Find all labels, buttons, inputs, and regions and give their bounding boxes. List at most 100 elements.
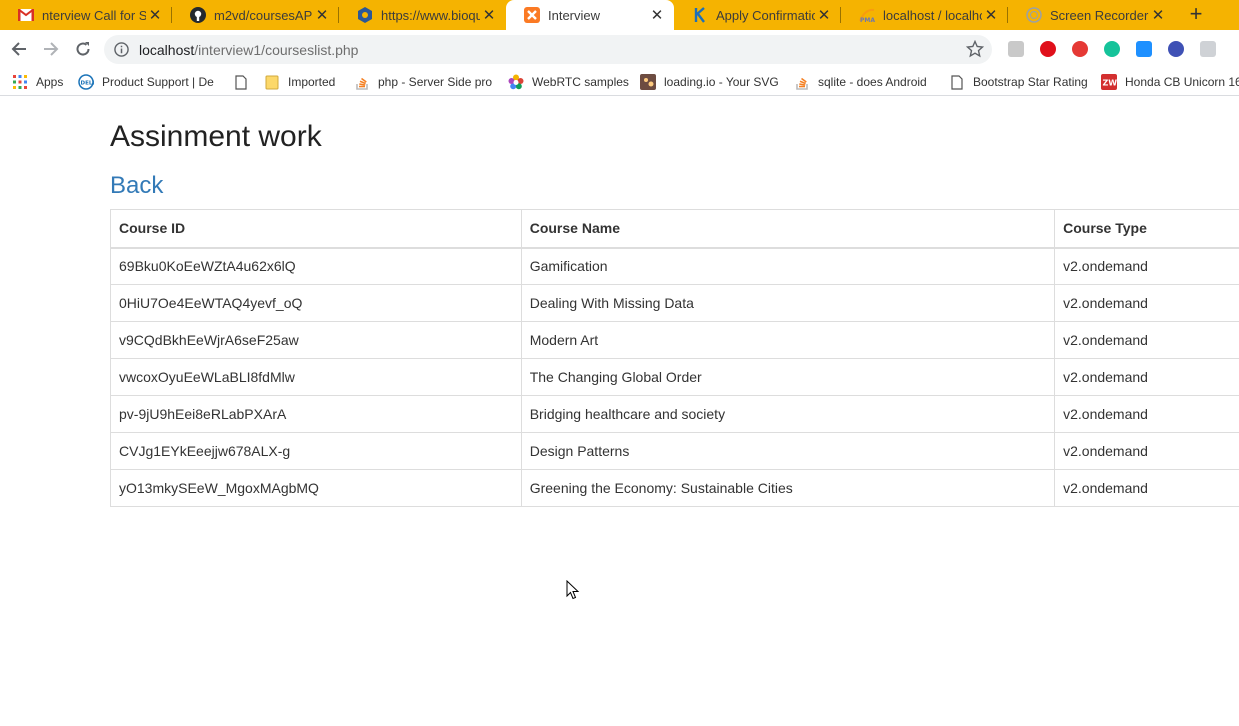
close-tab-icon[interactable]: ✕ [1149, 6, 1167, 24]
close-tab-icon[interactable]: ✕ [648, 6, 666, 24]
close-tab-icon[interactable]: ✕ [146, 6, 164, 24]
apps-grid-icon [12, 74, 28, 90]
adblock-extension-icon[interactable] [1040, 41, 1056, 57]
browser-toolbar: localhost/interview1/courseslist.php [0, 30, 1239, 69]
k-logo-icon [692, 7, 708, 23]
tab-title: Interview [548, 7, 601, 23]
tab-bioquest[interactable]: https://www.bioqu ✕ [339, 0, 506, 30]
tab-title: https://www.bioqu [381, 7, 480, 23]
table-row: 0HiU7Oe4EeWTAQ4yevf_oQ Dealing With Miss… [110, 284, 1239, 322]
bookmark-page[interactable] [233, 73, 257, 91]
bookmark-imported[interactable]: Imported [264, 73, 335, 91]
tab-screen-recorder[interactable]: Screen Recorder | S ✕ [1008, 0, 1175, 30]
table-header-row: Course ID Course Name Course Type [110, 209, 1239, 249]
bookmark-label: Honda CB Unicorn 16 [1125, 75, 1239, 89]
bookmark-label: WebRTC samples [532, 75, 629, 89]
course-id-cell: yO13mkySEeW_MgoxMAgbMQ [110, 469, 522, 507]
course-type-cell: v2.ondemand [1054, 321, 1239, 359]
tab-title: Apply Confirmation [716, 7, 815, 23]
tab-gmail[interactable]: nterview Call for Sr ✕ [0, 0, 172, 30]
course-id-cell: 0HiU7Oe4EeWTAQ4yevf_oQ [110, 284, 522, 322]
bookmark-loadingio[interactable]: loading.io - Your SVG [640, 73, 778, 91]
tab-title: nterview Call for Sr [42, 7, 146, 23]
bookmark-webrtc[interactable]: WebRTC samples [508, 73, 629, 91]
svg-text:DELL: DELL [81, 81, 95, 87]
bookmark-honda[interactable]: ZW Honda CB Unicorn 16 [1101, 73, 1239, 91]
page-icon [949, 74, 965, 90]
bookmark-apps[interactable]: Apps [12, 73, 63, 91]
bookmark-label: php - Server Side pro [378, 75, 493, 89]
arrow-right-icon [44, 42, 59, 56]
course-type-cell: v2.ondemand [1054, 395, 1239, 433]
back-link[interactable]: Back [110, 172, 163, 200]
bookmark-star-icon[interactable] [966, 40, 984, 58]
table-row: yO13mkySEeW_MgoxMAgbMQ Greening the Econ… [110, 469, 1239, 507]
bookmark-php-server[interactable]: php - Server Side pro [354, 73, 494, 91]
close-tab-icon[interactable]: ✕ [982, 6, 1000, 24]
course-id-cell: pv-9jU9hEei8eRLabPXArA [110, 395, 522, 433]
course-id-cell: vwcoxOyuEeWLaBLI8fdMlw [110, 358, 522, 396]
bookmarks-bar: Apps DELL Product Support | De Imported … [0, 69, 1239, 96]
tab-strip: nterview Call for Sr ✕ m2vd/coursesAPI ✕… [0, 0, 1239, 30]
course-id-cell: CVJg1EYkEeejjw678ALX-g [110, 432, 522, 470]
close-tab-icon[interactable]: ✕ [815, 6, 833, 24]
new-tab-button[interactable]: + [1183, 3, 1209, 27]
page-content: Assinment work Back Course ID Course Nam… [0, 97, 1239, 726]
pdf-extension-icon[interactable] [1008, 41, 1024, 57]
course-name-cell: Greening the Economy: Sustainable Cities [520, 469, 1056, 507]
bookmark-label: Apps [36, 75, 64, 89]
loadingio-icon [640, 74, 656, 90]
course-name-cell: Modern Art [520, 321, 1056, 359]
reload-button[interactable] [72, 38, 94, 60]
table-row: 69Bku0KoEeWZtA4u62x6lQ Gamification v2.o… [110, 247, 1239, 285]
close-tab-icon[interactable]: ✕ [480, 6, 498, 24]
course-type-cell: v2.ondemand [1054, 358, 1239, 396]
bookmark-label: Imported [288, 75, 336, 89]
grid-extension-icon[interactable] [1200, 41, 1216, 57]
address-bar[interactable]: localhost/interview1/courseslist.php [104, 35, 992, 64]
table-row: v9CQdBkhEeWjrA6seF25aw Modern Art v2.ond… [110, 321, 1239, 359]
page-icon [233, 74, 249, 90]
xampp-icon [524, 7, 540, 23]
course-type-cell: v2.ondemand [1054, 469, 1239, 507]
table-row: vwcoxOyuEeWLaBLI8fdMlw The Changing Glob… [110, 358, 1239, 396]
trash-extension-icon[interactable] [1072, 41, 1088, 57]
tab-interview[interactable]: Interview ✕ [506, 0, 674, 30]
course-name-cell: Gamification [520, 247, 1056, 285]
tab-title: Screen Recorder | S [1050, 7, 1149, 23]
bookmark-label: Product Support | De [102, 75, 214, 89]
grammarly-extension-icon[interactable] [1104, 41, 1120, 57]
course-name-cell: Design Patterns [520, 432, 1056, 470]
bookmark-bootstrap-star[interactable]: Bootstrap Star Rating [949, 73, 1087, 91]
courses-table: Course ID Course Name Course Type 69Bku0… [110, 209, 1239, 507]
gmail-icon [18, 7, 34, 23]
table-row: pv-9jU9hEei8eRLabPXArA Bridging healthca… [110, 395, 1239, 433]
tab-title: localhost / localhos [883, 7, 982, 23]
eyes-extension-icon[interactable] [1168, 41, 1184, 57]
url-path: /interview1/courseslist.php [194, 42, 359, 58]
course-type-cell: v2.ondemand [1054, 247, 1239, 285]
back-button[interactable] [8, 38, 30, 60]
bookmark-label: sqlite - does Android [818, 75, 927, 89]
url-text[interactable]: localhost/interview1/courseslist.php [139, 42, 358, 58]
github-icon [190, 7, 206, 23]
course-name-cell: Dealing With Missing Data [520, 284, 1056, 322]
webrtc-icon [508, 74, 524, 90]
course-type-cell: v2.ondemand [1054, 432, 1239, 470]
column-header-course-id: Course ID [110, 209, 522, 249]
course-name-cell: Bridging healthcare and society [520, 395, 1056, 433]
forward-button[interactable] [40, 38, 62, 60]
tab-apply-confirmation[interactable]: Apply Confirmation ✕ [674, 0, 841, 30]
svg-text:ZW: ZW [1103, 79, 1118, 88]
close-tab-icon[interactable]: ✕ [313, 6, 331, 24]
url-host: localhost [139, 42, 195, 58]
windows-extension-icon[interactable] [1136, 41, 1152, 57]
tab-github[interactable]: m2vd/coursesAPI ✕ [172, 0, 339, 30]
tab-phpmyadmin[interactable]: PMA localhost / localhos ✕ [841, 0, 1008, 30]
bookmark-dell[interactable]: DELL Product Support | De [78, 73, 218, 91]
bookmark-sqlite[interactable]: sqlite - does Android [794, 73, 934, 91]
recorder-icon [1026, 7, 1042, 23]
zigwheels-icon: ZW [1101, 74, 1117, 90]
course-name-cell: The Changing Global Order [520, 358, 1056, 396]
course-id-cell: 69Bku0KoEeWZtA4u62x6lQ [110, 247, 522, 285]
